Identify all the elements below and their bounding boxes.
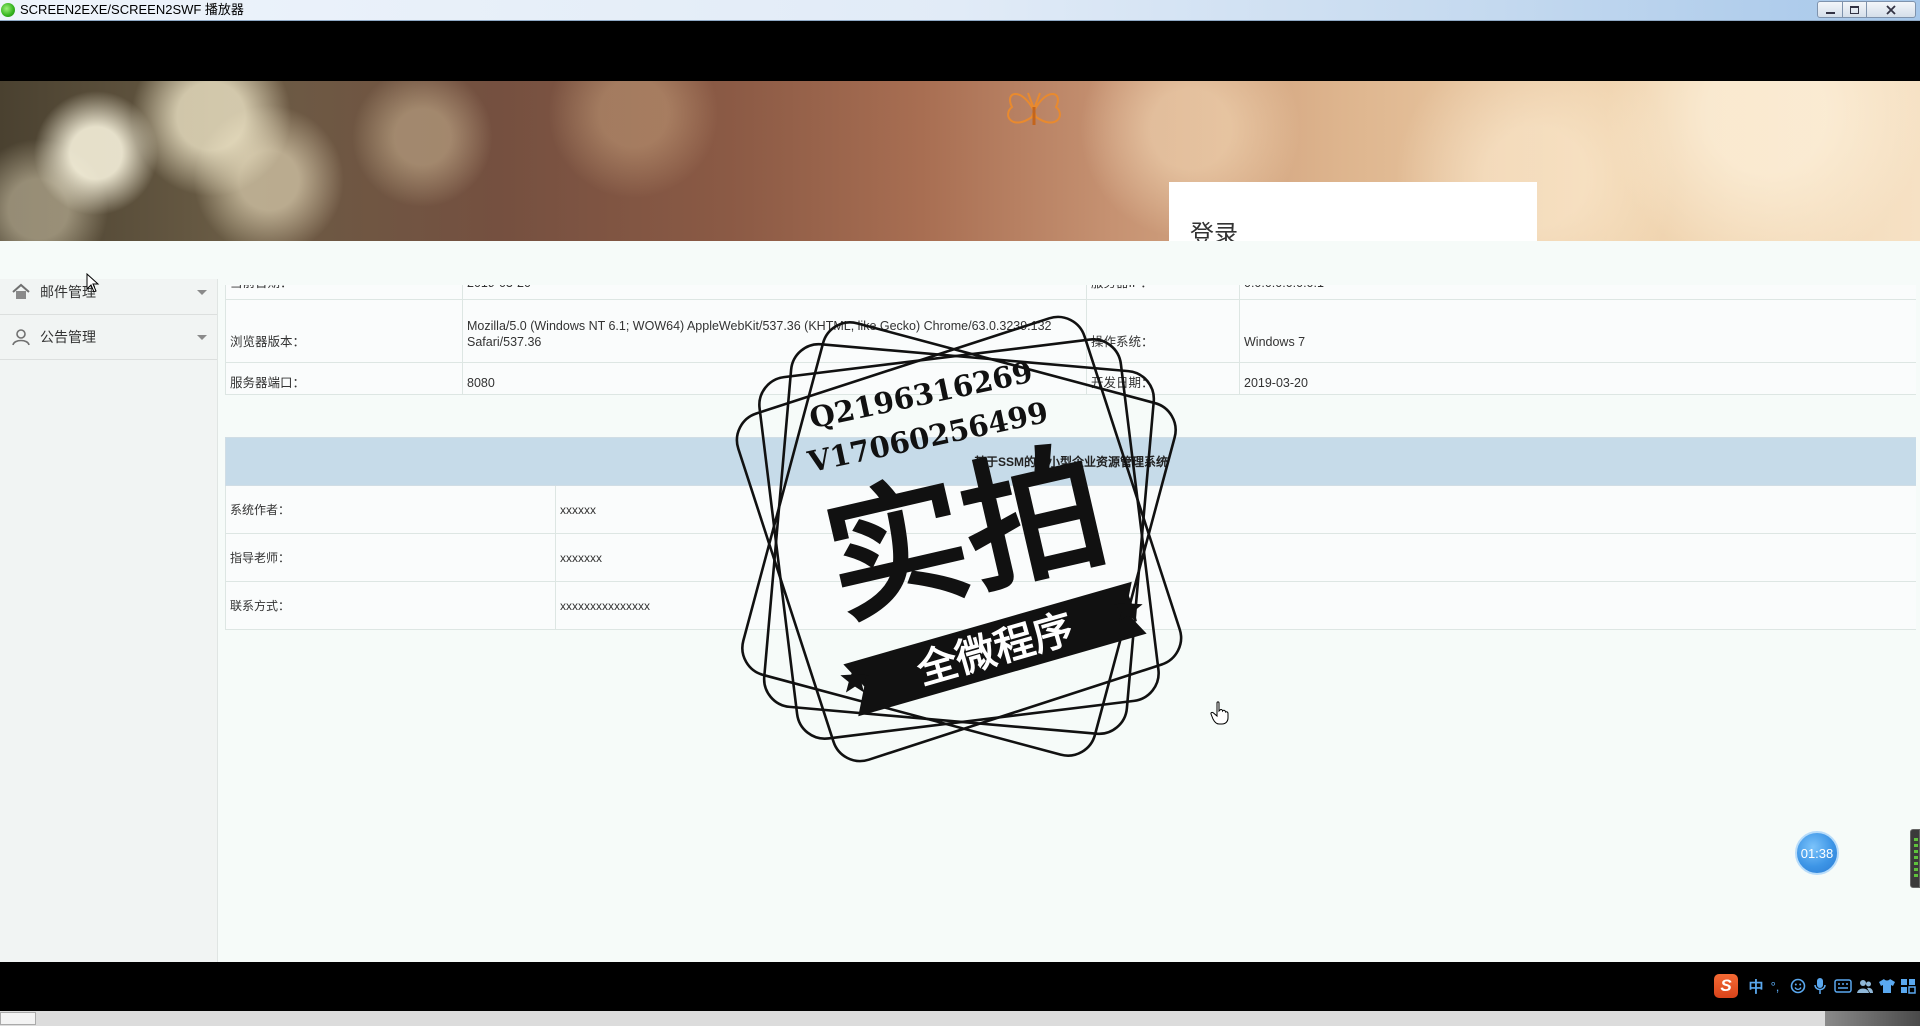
table-row: 服务器端口： 8080 开发日期： 2019-03-20 [225,362,1916,395]
table-row: 当前日期： 2019-03-20 服务器IP： 0:0:0:0:0:0:0:1 [225,285,1916,300]
sidebar-item-mail[interactable]: 邮件管理 [0,279,217,315]
about-label: 指导老师： [225,533,556,582]
microphone-icon [1814,978,1826,994]
about-system-table: 基于SSM的中小型企业资源管理系统 系统作者： xxxxxx 指导老师： xxx… [225,437,1916,630]
about-value: xxxxxxxxxxxxxxx [554,581,1916,630]
window-controls [1817,1,1916,18]
home-icon [10,283,32,301]
system-info-table: 当前日期： 2019-03-20 服务器IP： 0:0:0:0:0:0:0:1 … [225,285,1916,395]
minimize-button[interactable] [1817,1,1843,18]
player-bottom-band [0,962,1920,1011]
table-row: 指导老师： xxxxxxx [225,533,1916,582]
about-label: 系统作者： [225,485,556,534]
punctuation-toggle[interactable]: °, [1767,976,1783,996]
about-title: 基于SSM的中小型企业资源管理系统 [225,437,1916,486]
skin-icon [1879,979,1895,993]
mouse-pointer-icon [86,273,100,293]
minimize-icon [1825,11,1835,14]
info-value: 2019-03-20 [462,285,1087,300]
table-row: 联系方式： xxxxxxxxxxxxxxx [225,581,1916,630]
toolbox-button[interactable] [1898,976,1918,996]
restore-button[interactable] [1843,1,1867,18]
sidebar: 邮件管理 公告管理 [0,279,218,962]
keyboard-icon [1834,979,1852,993]
emoji-button[interactable] [1789,976,1807,996]
toolbox-icon [1901,979,1916,994]
strip-progress-area [1825,1011,1920,1026]
main-area: 邮件管理 公告管理 当前日期： 2019-03-20 服务器IP [0,241,1920,962]
table-row: 系统作者： xxxxxx [225,485,1916,534]
info-label: 浏览器版本： [225,299,463,363]
emoji-icon [1790,978,1806,994]
chevron-down-icon [197,290,207,295]
player-status-strip [0,1011,1920,1026]
info-label: 服务器IP： [1086,285,1240,300]
level-meter [1910,829,1920,888]
restore-icon [1850,5,1859,14]
app-icon [1,3,15,17]
login-title: 登录 [1190,221,1238,241]
info-label: 操作系统： [1086,299,1240,363]
info-label: 当前日期： [225,285,463,300]
about-label: 联系方式： [225,581,556,630]
hand-pointer-icon [1210,701,1229,725]
info-value: 0:0:0:0:0:0:0:1 [1239,285,1916,300]
header-banner: 登录 [0,81,1920,241]
about-value: xxxxxx [554,485,1916,534]
info-label: 开发日期： [1086,362,1240,395]
table-header-row: 基于SSM的中小型企业资源管理系统 [225,437,1916,486]
info-label: 服务器端口： [225,362,463,395]
sidebar-item-notice[interactable]: 公告管理 [0,315,217,360]
info-value: 8080 [462,362,1087,395]
soft-keyboard-button[interactable] [1833,976,1853,996]
skin-button[interactable] [1877,976,1897,996]
user-icon [10,328,32,346]
butterfly-decoration [1007,92,1061,125]
info-value: Windows 7 [1239,299,1916,363]
ime-mode-toggle[interactable]: 中 [1746,976,1766,996]
content-panel: 当前日期： 2019-03-20 服务器IP： 0:0:0:0:0:0:0:1 … [225,285,1916,962]
sidebar-item-label: 公告管理 [40,329,96,345]
ime-logo[interactable]: S [1714,974,1738,998]
table-row: 浏览器版本： Mozilla/5.0 (Windows NT 6.1; WOW6… [225,299,1916,363]
close-icon [1886,4,1896,15]
login-panel: 登录 [1169,182,1537,241]
chevron-down-icon [197,335,207,340]
about-value: xxxxxxx [554,533,1916,582]
info-value: 2019-03-20 [1239,362,1916,395]
window-title-bar[interactable]: SCREEN2EXE/SCREEN2SWF 播放器 [0,0,1920,21]
sidebar-menu: 邮件管理 公告管理 [0,279,217,360]
user-center-button[interactable] [1855,976,1875,996]
window-title: SCREEN2EXE/SCREEN2SWF 播放器 [20,2,244,17]
recording-timer[interactable]: 01:38 [1795,831,1839,875]
player-top-band [0,21,1920,81]
info-value: Mozilla/5.0 (Windows NT 6.1; WOW64) Appl… [462,299,1087,363]
users-icon [1857,980,1873,993]
close-button[interactable] [1867,1,1916,18]
strip-button[interactable] [0,1012,36,1025]
voice-input-button[interactable] [1811,976,1829,996]
